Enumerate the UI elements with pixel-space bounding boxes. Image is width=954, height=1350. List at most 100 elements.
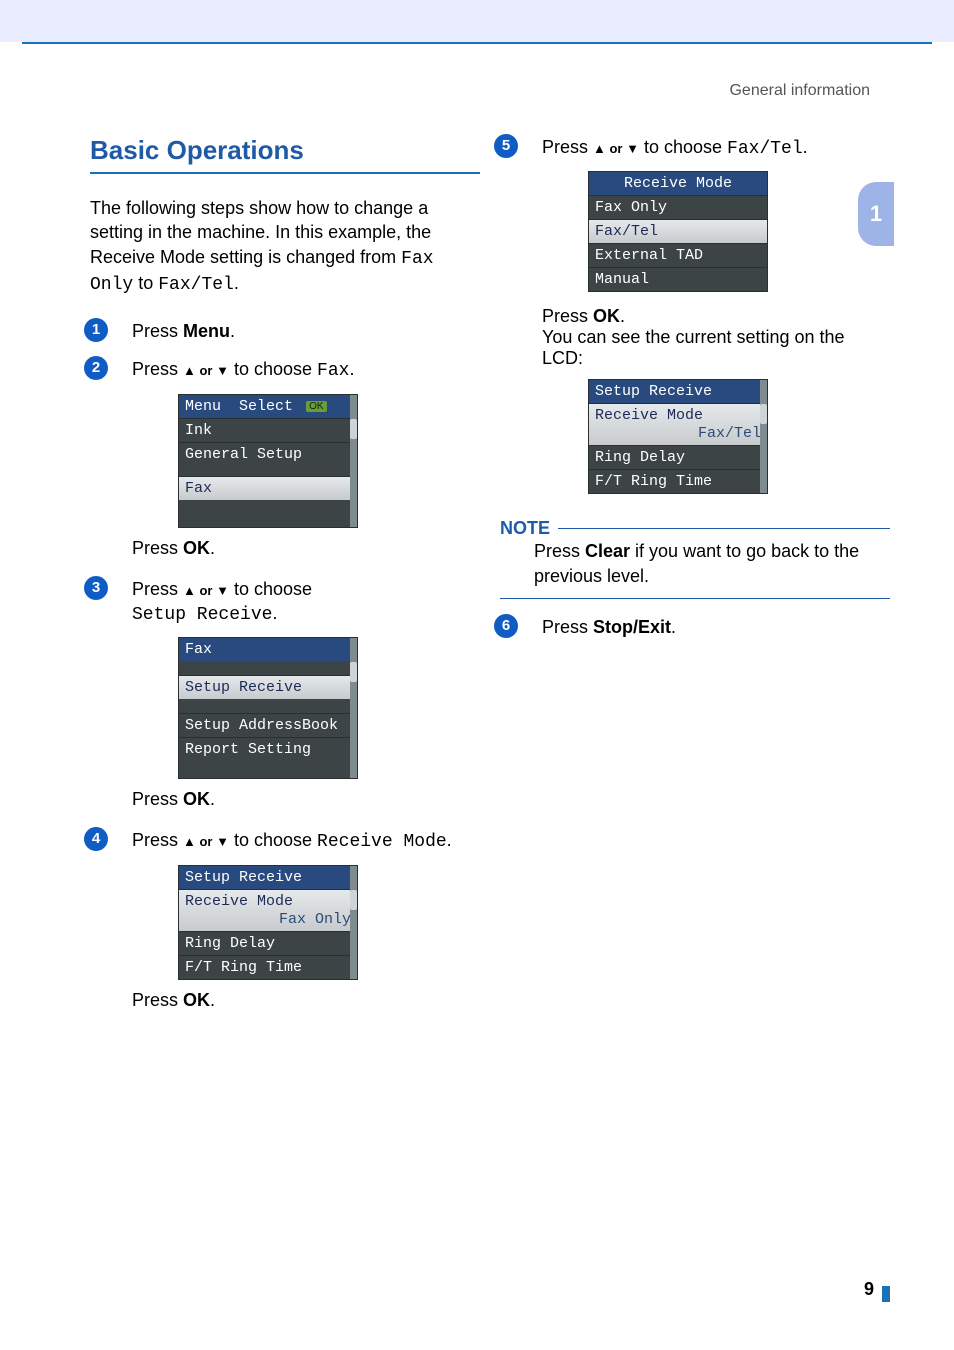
- note-body: Press Clear if you want to go back to th…: [534, 539, 890, 588]
- lcd3-row-ring-delay: Ring Delay: [179, 931, 357, 955]
- step-number-5: 5: [494, 134, 518, 158]
- lcd2-row-report: Report Setting: [179, 737, 357, 761]
- press-ok-1-b: OK: [183, 538, 210, 558]
- press-ok-1-c: .: [210, 538, 215, 558]
- step5-a: Press: [542, 137, 593, 157]
- lcd3-header: Setup Receive: [179, 866, 357, 889]
- step-3: 3 Press ▲ or ▼ to choose Setup Receive.: [90, 577, 480, 628]
- step4-b: to choose: [229, 830, 317, 850]
- after5-ok: OK: [593, 306, 620, 326]
- section-heading: Basic Operations: [90, 135, 480, 166]
- left-column: Basic Operations The following steps sho…: [90, 135, 480, 1029]
- lcd4-row-fax-tel: Fax/Tel: [589, 219, 767, 243]
- page-top-band: [0, 0, 954, 42]
- step4-m: Receive Mode: [317, 832, 447, 852]
- step5-b: to choose: [639, 137, 727, 157]
- lcd1-scroll-nub: [350, 419, 357, 439]
- step-5: 5 Press ▲ or ▼ to choose Fax/Tel.: [500, 135, 890, 161]
- step-number-3: 3: [84, 576, 108, 600]
- press-ok-2-b: OK: [183, 789, 210, 809]
- section-rule: [90, 172, 480, 174]
- step2-b: to choose: [229, 359, 317, 379]
- press-ok-2-a: Press: [132, 789, 183, 809]
- step5-arrows: ▲ or ▼: [593, 141, 639, 156]
- step4-c: .: [447, 830, 452, 850]
- step3-b: to choose: [229, 579, 312, 599]
- lcd4-header: Receive Mode: [589, 172, 767, 195]
- step-6: 6 Press Stop/Exit.: [500, 615, 890, 639]
- lcd-screen-3: Setup Receive Receive Mode Fax Only Ring…: [178, 865, 358, 980]
- right-column: 5 Press ▲ or ▼ to choose Fax/Tel. Receiv…: [500, 135, 890, 647]
- lcd1-hdr-select: Select: [239, 398, 293, 415]
- step2-m: Fax: [317, 361, 349, 381]
- lcd4-row-fax-only: Fax Only: [589, 195, 767, 219]
- step-4: 4 Press ▲ or ▼ to choose Receive Mode.: [90, 828, 480, 854]
- step5-c: .: [803, 137, 808, 157]
- step6-b: Stop/Exit: [593, 617, 671, 637]
- press-ok-1: Press OK.: [132, 538, 480, 559]
- after5-b: .: [620, 306, 625, 326]
- intro-text-3: .: [234, 273, 239, 293]
- lcd5-scroll-nub: [760, 404, 767, 424]
- lcd-screen-5: Setup Receive Receive Mode Fax/Tel Ring …: [588, 379, 768, 494]
- after-step5: Press OK. You can see the current settin…: [542, 306, 890, 369]
- lcd3-row-receive-mode: Receive Mode Fax Only: [179, 889, 357, 931]
- step-number-2: 2: [84, 356, 108, 380]
- step-1: 1 Press Menu.: [90, 319, 480, 343]
- step6-c: .: [671, 617, 676, 637]
- step4-arrows: ▲ or ▼: [183, 834, 229, 849]
- page-top-rule: [22, 42, 932, 44]
- running-head: General information: [0, 82, 870, 100]
- lcd1-row-fax: Fax: [179, 476, 357, 500]
- step2-arrows: ▲ or ▼: [183, 363, 229, 378]
- lcd5-header: Setup Receive: [589, 380, 767, 403]
- step3-m: Setup Receive: [132, 605, 272, 625]
- lcd3-r1-label: Receive Mode: [185, 893, 293, 910]
- step4-a: Press: [132, 830, 183, 850]
- lcd3-scroll-nub: [350, 890, 357, 910]
- lcd2-row-setup-receive: Setup Receive: [179, 675, 357, 699]
- lcd1-row-ink: Ink: [179, 418, 357, 442]
- press-ok-3-b: OK: [183, 990, 210, 1010]
- note-a: Press: [534, 541, 585, 561]
- intro-paragraph: The following steps show how to change a…: [90, 196, 480, 297]
- note-block: NOTE Press Clear if you want to go back …: [500, 518, 890, 599]
- step5-m: Fax/Tel: [727, 139, 803, 159]
- page-number: 9: [864, 1279, 874, 1300]
- lcd-screen-1: Menu Select OK Ink General Setup Fax: [178, 394, 358, 528]
- step2-c: .: [349, 359, 354, 379]
- step6-a: Press: [542, 617, 593, 637]
- note-rule-bottom: [500, 598, 890, 599]
- lcd1-ok-badge: OK: [306, 401, 326, 412]
- lcd4-row-external-tad: External TAD: [589, 243, 767, 267]
- lcd-screen-4: Receive Mode Fax Only Fax/Tel External T…: [588, 171, 768, 292]
- step1-a: Press: [132, 321, 183, 341]
- lcd1-scrollbar: [350, 395, 357, 527]
- press-ok-2-c: .: [210, 789, 215, 809]
- lcd5-r1-label: Receive Mode: [595, 407, 703, 424]
- step-number-1: 1: [84, 318, 108, 342]
- lcd2-header: Fax: [179, 638, 357, 661]
- lcd2-scrollbar: [350, 638, 357, 778]
- lcd-screen-2: Fax Setup Receive Setup AddressBook Repo…: [178, 637, 358, 779]
- lcd4-row-manual: Manual: [589, 267, 767, 291]
- page-number-mark: [882, 1286, 890, 1302]
- press-ok-1-a: Press: [132, 538, 183, 558]
- step-number-6: 6: [494, 614, 518, 638]
- lcd5-row-ring-delay: Ring Delay: [589, 445, 767, 469]
- step1-b: Menu: [183, 321, 230, 341]
- lcd1-row-general: General Setup: [179, 442, 357, 466]
- step-number-4: 4: [84, 827, 108, 851]
- step3-arrows: ▲ or ▼: [183, 583, 229, 598]
- lcd1-hdr-menu: Menu: [185, 398, 221, 415]
- press-ok-3-c: .: [210, 990, 215, 1010]
- lcd5-row-ft-ring: F/T Ring Time: [589, 469, 767, 493]
- lcd1-header: Menu Select OK: [179, 395, 357, 418]
- note-b: Clear: [585, 541, 630, 561]
- lcd2-row-addressbook: Setup AddressBook: [179, 713, 357, 737]
- lcd3-scrollbar: [350, 866, 357, 979]
- step-2: 2 Press ▲ or ▼ to choose Fax.: [90, 357, 480, 383]
- after5-c: You can see the current setting on the L…: [542, 327, 845, 368]
- intro-text-2: to: [133, 273, 158, 293]
- step3-c: .: [272, 603, 277, 623]
